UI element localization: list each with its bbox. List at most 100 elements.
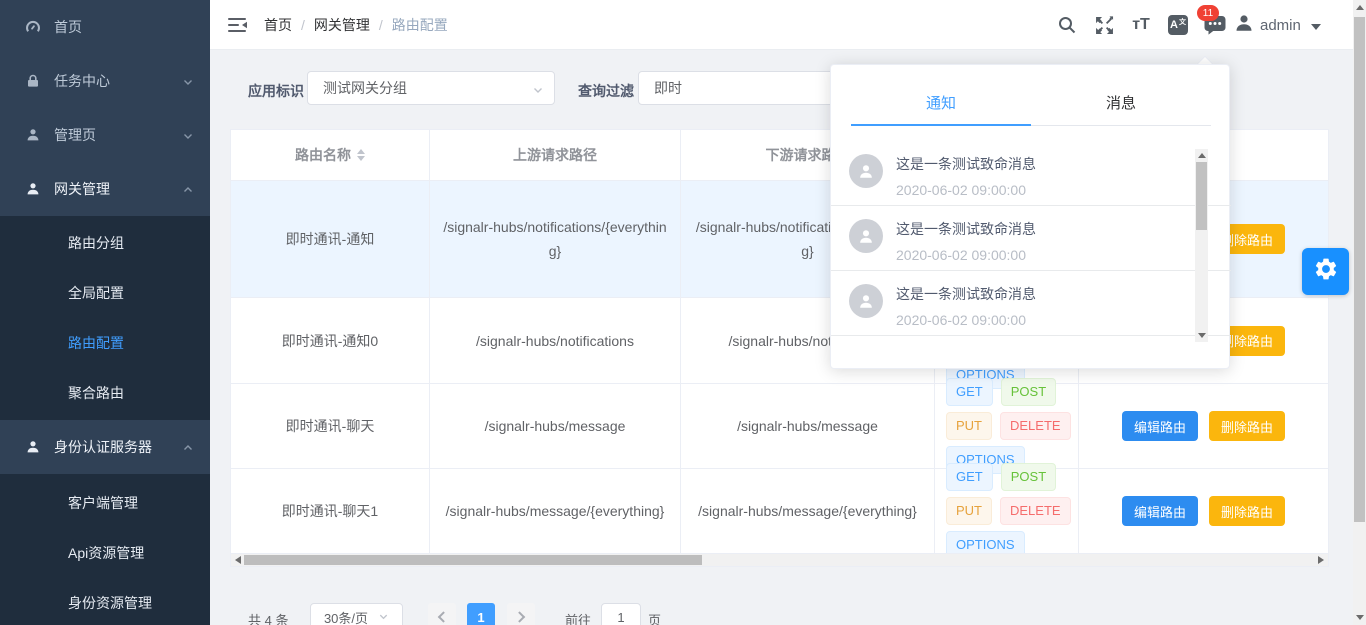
breadcrumb-home[interactable]: 首页 [264, 15, 292, 35]
scroll-up-icon[interactable] [1198, 153, 1206, 158]
sidebar-item-identity-server[interactable]: 身份认证服务器 [0, 420, 210, 474]
user-icon [24, 438, 42, 456]
method-tag-delete: DELETE [1000, 497, 1071, 525]
settings-fab[interactable] [1302, 248, 1349, 295]
sidebar-item-label: 身份认证服务器 [54, 437, 152, 457]
prev-page-button[interactable] [428, 603, 456, 625]
method-tag-get: GET [946, 463, 993, 491]
scroll-down-icon[interactable] [1198, 333, 1206, 338]
sort-caret-icon[interactable] [357, 149, 365, 161]
sidebar-item-client-mgmt[interactable]: 客户端管理 [0, 478, 210, 528]
select-chevron-icon [532, 83, 544, 99]
edit-route-button[interactable]: 编辑路由 [1122, 496, 1198, 526]
method-tag-post: POST [1001, 463, 1056, 491]
query-filter-label: 查询过滤 [578, 81, 634, 101]
sidebar-item-label: 任务中心 [54, 71, 110, 91]
cell-upstream-path: /signalr-hubs/notifications [430, 298, 681, 383]
current-page-button[interactable]: 1 [467, 603, 495, 625]
sidebar-item-identity-resources[interactable]: 身份资源管理 [0, 578, 210, 625]
search-icon[interactable] [1056, 14, 1078, 36]
font-size-icon[interactable]: тT [1130, 14, 1152, 36]
notification-tabs: 通知 消息 [851, 79, 1211, 126]
cell-route-name: 即时通讯-聊天 [231, 384, 430, 468]
breadcrumb-current: 路由配置 [392, 15, 448, 35]
sidebar-item-gateway[interactable]: 网关管理 [0, 162, 210, 216]
delete-route-button[interactable]: 删除路由 [1209, 496, 1285, 526]
scroll-down-icon[interactable] [1356, 615, 1364, 620]
hamburger-icon[interactable] [228, 17, 248, 33]
sidebar-submenu-gateway: 路由分组 全局配置 路由配置 聚合路由 [0, 216, 210, 420]
sidebar-item-tasks[interactable]: 任务中心 [0, 54, 210, 108]
operations-cell: 编辑路由 删除路由 [1079, 383, 1328, 468]
notification-item[interactable]: 这是一条测试致命消息 2020-06-02 09:00:00 [831, 271, 1231, 336]
sidebar-subitem-label: Api资源管理 [68, 543, 144, 563]
cell-route-name: 即时通讯-通知0 [231, 298, 430, 383]
sidebar-item-home[interactable]: 首页 [0, 0, 210, 54]
column-header-route-name[interactable]: 路由名称 [231, 130, 430, 180]
page-scrollbar[interactable] [1353, 0, 1366, 625]
user-menu[interactable]: admin [1234, 0, 1321, 50]
pagination: 共 4 条 30条/页 1 前往 页 [230, 603, 1130, 625]
scroll-right-icon[interactable] [1318, 556, 1324, 564]
sidebar-item-admin-page[interactable]: 管理页 [0, 108, 210, 162]
cell-downstream-path: /signalr-hubs/message/{everything} [681, 469, 935, 553]
notification-title: 这是一条测试致命消息 [896, 151, 1191, 174]
lock-icon [24, 72, 42, 90]
notification-time: 2020-06-02 09:00:00 [896, 245, 1191, 265]
horizontal-scrollbar[interactable] [231, 553, 1328, 566]
scroll-up-icon[interactable] [1356, 5, 1364, 10]
tab-messages[interactable]: 消息 [1031, 79, 1211, 125]
sidebar-item-route-config[interactable]: 路由配置 [0, 318, 210, 368]
notification-time: 2020-06-02 09:00:00 [896, 180, 1191, 200]
app-id-select[interactable]: 测试网关分组 [307, 71, 555, 105]
avatar [849, 154, 883, 188]
user-icon [24, 126, 42, 144]
goto-page-input[interactable] [601, 603, 641, 625]
sidebar-item-aggregate-routes[interactable]: 聚合路由 [0, 368, 210, 418]
sidebar-item-label: 首页 [54, 17, 82, 37]
next-page-button[interactable] [507, 603, 535, 625]
sidebar-item-route-groups[interactable]: 路由分组 [0, 218, 210, 268]
column-header-upstream: 上游请求路径 [430, 130, 681, 180]
avatar [849, 284, 883, 318]
page-size-select[interactable]: 30条/页 [310, 603, 403, 625]
pagination-total: 共 4 条 [248, 610, 288, 625]
caret-down-icon [1311, 24, 1321, 30]
top-bar: 首页 / 网关管理 / 路由配置 тT A文 11 [210, 0, 1353, 50]
cell-upstream-path: /signalr-hubs/message/{everything} [430, 469, 681, 553]
method-tag-put: PUT [946, 412, 992, 440]
method-tag-put: PUT [946, 497, 992, 525]
font-size-icon-glyph: тT [1132, 16, 1150, 34]
notification-badge: 11 [1197, 5, 1219, 21]
scroll-left-icon[interactable] [235, 556, 241, 564]
delete-route-button[interactable]: 删除路由 [1209, 411, 1285, 441]
translate-icon-letter: A [1170, 19, 1178, 31]
notification-scrollbar[interactable] [1195, 149, 1208, 342]
dashboard-icon [24, 18, 42, 36]
notification-item[interactable]: 这是一条测试致命消息 2020-06-02 09:00:00 [831, 206, 1231, 271]
breadcrumb: 首页 / 网关管理 / 路由配置 [264, 0, 448, 50]
sidebar-item-api-resources[interactable]: Api资源管理 [0, 528, 210, 578]
cell-upstream-path: /signalr-hubs/message [430, 384, 681, 468]
fullscreen-icon[interactable] [1093, 14, 1115, 36]
page-scrollbar-thumb[interactable] [1354, 17, 1365, 522]
cell-route-name: 即时通讯-通知 [231, 181, 430, 297]
cell-route-name: 即时通讯-聊天1 [231, 469, 430, 553]
chevron-left-icon [438, 611, 449, 622]
user-icon [24, 180, 42, 198]
sidebar-item-global-config[interactable]: 全局配置 [0, 268, 210, 318]
breadcrumb-separator: / [379, 17, 383, 33]
translate-icon[interactable]: A文 [1167, 14, 1189, 36]
tab-notifications[interactable]: 通知 [851, 79, 1031, 125]
select-chevron-icon [378, 610, 389, 625]
breadcrumb-gateway[interactable]: 网关管理 [314, 15, 370, 35]
sidebar-subitem-label: 聚合路由 [68, 383, 124, 403]
method-tags: GET POST PUT DELETE OPTIONS [946, 378, 1100, 474]
breadcrumb-separator: / [301, 17, 305, 33]
horizontal-scrollbar-thumb[interactable] [244, 555, 702, 565]
notification-item[interactable]: 这是一条测试致命消息 2020-06-02 09:00:00 [831, 141, 1231, 206]
edit-route-button[interactable]: 编辑路由 [1122, 411, 1198, 441]
sidebar-subitem-label: 身份资源管理 [68, 593, 152, 613]
notification-scrollbar-thumb[interactable] [1196, 162, 1207, 230]
sidebar-subitem-label: 路由分组 [68, 233, 124, 253]
